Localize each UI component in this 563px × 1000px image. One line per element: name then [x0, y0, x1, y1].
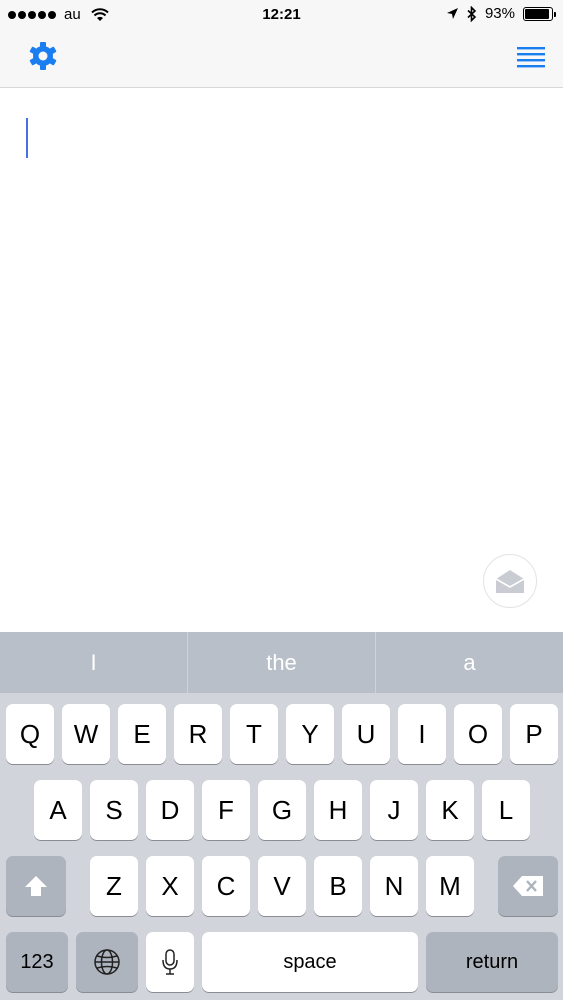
backspace-icon [513, 876, 543, 896]
key-t[interactable]: T [230, 704, 278, 764]
text-editor[interactable] [0, 88, 563, 632]
key-i[interactable]: I [398, 704, 446, 764]
key-q[interactable]: Q [6, 704, 54, 764]
envelope-open-icon [495, 570, 525, 593]
suggestion-bar: I the a [0, 632, 563, 693]
key-k[interactable]: K [426, 780, 474, 840]
list-menu-button[interactable] [517, 44, 545, 68]
key-d[interactable]: D [146, 780, 194, 840]
suggestion-item[interactable]: the [188, 632, 376, 693]
bluetooth-icon [467, 5, 477, 22]
numbers-key[interactable]: 123 [6, 932, 68, 992]
return-key[interactable]: return [426, 932, 558, 992]
shift-icon [25, 876, 47, 896]
status-right: 93% [446, 5, 556, 22]
microphone-key[interactable] [146, 932, 194, 992]
suggestion-item[interactable]: a [376, 632, 563, 693]
key-r[interactable]: R [174, 704, 222, 764]
space-key[interactable]: space [202, 932, 418, 992]
battery-icon [523, 6, 556, 21]
key-f[interactable]: F [202, 780, 250, 840]
gear-icon [29, 42, 57, 70]
key-u[interactable]: U [342, 704, 390, 764]
battery-percent: 93% [484, 5, 515, 22]
send-mail-button[interactable] [483, 554, 537, 608]
key-z[interactable]: Z [90, 856, 138, 916]
list-icon [517, 47, 545, 68]
keyboard: I the a Q W E R T Y U I O P A S D F G H … [0, 632, 563, 1000]
key-e[interactable]: E [118, 704, 166, 764]
key-n[interactable]: N [370, 856, 418, 916]
key-b[interactable]: B [314, 856, 362, 916]
key-c[interactable]: C [202, 856, 250, 916]
globe-icon [94, 949, 120, 975]
settings-button[interactable] [27, 40, 59, 72]
suggestion-item[interactable]: I [0, 632, 188, 693]
key-l[interactable]: L [482, 780, 530, 840]
key-w[interactable]: W [62, 704, 110, 764]
key-h[interactable]: H [314, 780, 362, 840]
key-s[interactable]: S [90, 780, 138, 840]
key-y[interactable]: Y [286, 704, 334, 764]
key-p[interactable]: P [510, 704, 558, 764]
globe-key[interactable] [76, 932, 138, 992]
text-cursor [26, 118, 28, 158]
battery-level-fill [525, 8, 549, 19]
key-j[interactable]: J [370, 780, 418, 840]
status-bar: au 12:21 93% [0, 0, 563, 30]
microphone-icon [162, 949, 178, 975]
nav-bar [0, 30, 563, 88]
key-a[interactable]: A [34, 780, 82, 840]
backspace-key[interactable] [498, 856, 558, 916]
key-v[interactable]: V [258, 856, 306, 916]
key-o[interactable]: O [454, 704, 502, 764]
key-x[interactable]: X [146, 856, 194, 916]
key-m[interactable]: M [426, 856, 474, 916]
battery-tip [554, 11, 556, 17]
shift-key[interactable] [6, 856, 66, 916]
key-g[interactable]: G [258, 780, 306, 840]
location-arrow-icon [446, 8, 458, 19]
